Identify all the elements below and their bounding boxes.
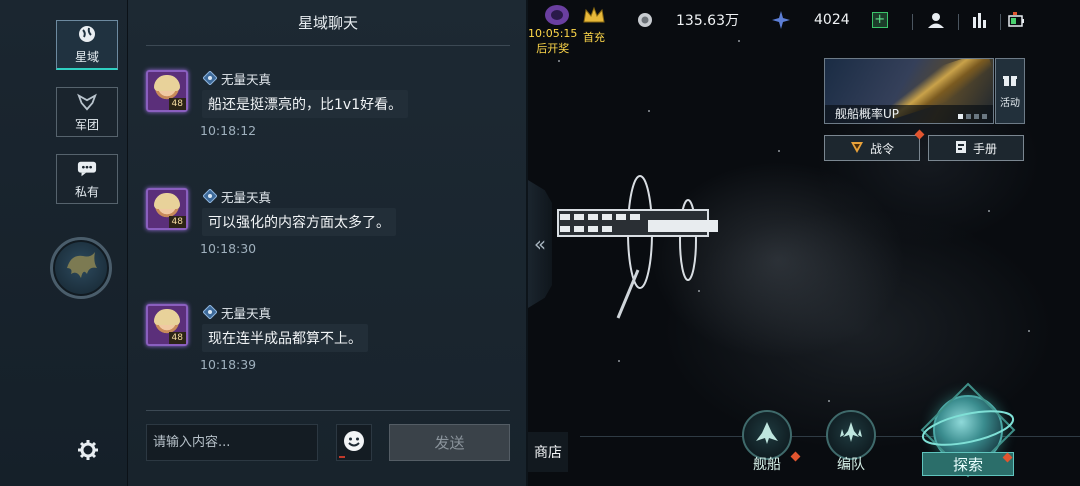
space-station-model[interactable]: [548, 170, 748, 330]
currency-amount: 135.63万: [676, 13, 739, 29]
chat-message: 48 无量天真 现在连半成品都算不上。 10:18:39: [146, 304, 516, 388]
fleet-circle: [826, 410, 876, 460]
first-charge-button[interactable]: 首充: [582, 6, 606, 45]
profile-button[interactable]: [926, 12, 946, 32]
faction-emblem-icon: [61, 248, 101, 288]
divider: [912, 14, 913, 30]
message-text: 可以强化的内容方面太多了。: [202, 208, 396, 236]
battery-icon: [1007, 11, 1025, 33]
add-energy-button[interactable]: +: [871, 12, 888, 28]
channel-rail: 星域 军团 私有: [0, 0, 128, 486]
message-time: 10:18:39: [200, 357, 257, 372]
user-icon: [927, 11, 945, 33]
rank-diamond-icon: [202, 305, 217, 320]
ships-button[interactable]: 舰船: [742, 410, 792, 474]
rank-diamond-icon: [202, 189, 217, 204]
avatar[interactable]: 48: [146, 188, 188, 230]
level-badge: 48: [168, 216, 186, 228]
battle-pass-button[interactable]: 战令: [824, 135, 920, 161]
battery-indicator: [1006, 12, 1026, 32]
tab-label: 私有: [74, 184, 99, 199]
activity-label: 活动: [1000, 98, 1020, 109]
ranking-button[interactable]: [970, 12, 990, 32]
energy-display: 4024 +: [772, 9, 888, 31]
level-badge: 48: [168, 332, 186, 344]
battle-pass-label: 战令: [869, 141, 894, 156]
tab-label: 军团: [74, 117, 99, 132]
timer-caption: 后开奖: [536, 42, 570, 55]
collapse-chat-handle[interactable]: «: [528, 180, 552, 308]
gear-icon: [77, 439, 99, 465]
settings-button[interactable]: [76, 440, 100, 464]
first-charge-label: 首充: [583, 31, 605, 44]
chat-input[interactable]: [146, 424, 318, 461]
timer-value: 10:05:15: [528, 27, 578, 40]
message-time: 10:18:30: [200, 241, 257, 256]
planet-orb-icon: [535, 4, 571, 29]
sender: 无量天真: [202, 187, 271, 206]
sender-name[interactable]: 无量天真: [221, 303, 271, 322]
lottery-timer[interactable]: 10:05:15 后开奖: [528, 4, 577, 56]
sender: 无量天真: [202, 69, 271, 88]
shop-button[interactable]: 商店: [528, 432, 568, 472]
ships-circle: [742, 410, 792, 460]
gift-box-icon: [1003, 73, 1017, 90]
activity-button[interactable]: 活动: [995, 58, 1025, 124]
fleet-icon: [837, 421, 865, 449]
legion-emblem-icon: [77, 92, 97, 112]
energy-amount: 4024: [814, 12, 850, 28]
sender-name[interactable]: 无量天真: [221, 69, 271, 88]
currency-display: 135.63万: [636, 9, 739, 31]
avatar[interactable]: 48: [146, 304, 188, 346]
emoji-button[interactable]: [336, 424, 372, 461]
chat-message: 48 无量天真 船还是挺漂亮的，比1v1好看。 10:18:12: [146, 70, 516, 154]
handbook-button[interactable]: 手册: [928, 135, 1024, 161]
message-time: 10:18:12: [200, 123, 257, 138]
tab-legion[interactable]: 军团: [56, 87, 118, 137]
ships-label: 舰船: [753, 457, 781, 473]
crown-icon: [582, 6, 606, 29]
message-text: 船还是挺漂亮的，比1v1好看。: [202, 90, 409, 118]
divider: [958, 14, 959, 30]
sender: 无量天真: [202, 303, 271, 322]
fleet-button[interactable]: 编队: [826, 410, 876, 474]
chat-title: 星域聊天: [146, 0, 510, 46]
divider: [1000, 14, 1001, 30]
sender-name[interactable]: 无量天真: [221, 187, 271, 206]
explore-label[interactable]: 探索: [922, 452, 1014, 476]
message-text: 现在连半成品都算不上。: [202, 324, 368, 352]
tab-private[interactable]: 私有: [56, 154, 118, 204]
chat-message: 48 无量天真 可以强化的内容方面太多了。 10:18:30: [146, 188, 516, 272]
rank-diamond-icon: [202, 71, 217, 86]
handbook-icon: [955, 140, 967, 157]
globe-icon: [77, 24, 97, 44]
handbook-label: 手册: [972, 141, 997, 156]
send-button[interactable]: 发送: [389, 424, 510, 461]
level-badge: 48: [168, 98, 186, 110]
smiley-icon: [343, 430, 365, 456]
faction-orb-button[interactable]: [50, 237, 112, 299]
private-chat-icon: [77, 159, 97, 179]
tab-star-domain[interactable]: 星域: [56, 20, 118, 70]
bar-chart-icon: [971, 11, 989, 33]
ship-icon: [754, 421, 780, 449]
avatar[interactable]: 48: [146, 70, 188, 112]
divider: [146, 410, 510, 411]
chat-panel: 星域聊天 48 无量天真 船还是挺漂亮的，比1v1好看。 10:18:12 48…: [128, 0, 528, 486]
tab-label: 星域: [74, 50, 99, 64]
star-crystal-icon: [772, 11, 790, 29]
banner-pagination: [958, 114, 987, 119]
coin-icon: [636, 11, 654, 29]
chevron-badge-icon: [850, 140, 864, 157]
event-banner[interactable]: 舰船概率UP: [824, 58, 994, 124]
fleet-label: 编队: [837, 457, 865, 473]
